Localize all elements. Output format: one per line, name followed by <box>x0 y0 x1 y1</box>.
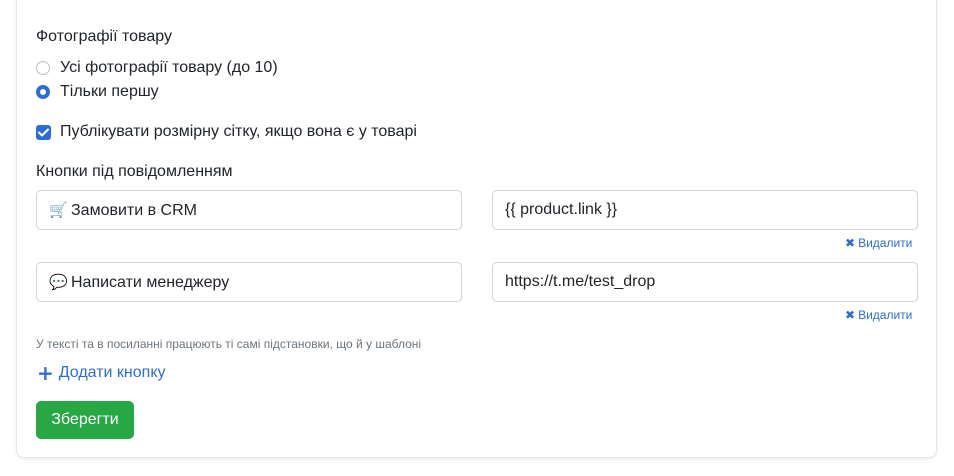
size-chart-checkbox-row[interactable]: Публікувати розмірну сітку, якщо вона є … <box>36 122 417 142</box>
button-url-input-1[interactable]: {{ product.link }} <box>492 190 918 230</box>
radio-first-only[interactable]: Тільки першу <box>36 82 159 102</box>
button-text-value-2: Написати менеджеру <box>71 274 230 291</box>
add-button-link[interactable]: + Додати кнопку <box>37 363 166 383</box>
add-button-label: Додати кнопку <box>58 364 166 381</box>
substitution-help-text: У тексті та в посиланні працюють ті самі… <box>36 337 422 351</box>
close-icon: ✖ <box>845 308 856 322</box>
shopping-cart-icon: 🛒 <box>49 201 68 219</box>
size-chart-label: Публікувати розмірну сітку, якщо вона є … <box>60 123 417 140</box>
speech-bubble-icon: 💬 <box>49 273 68 291</box>
button-url-input-2[interactable]: https://t.me/test_drop <box>492 262 918 302</box>
radio-button-unchecked[interactable] <box>36 61 50 75</box>
radio-button-checked[interactable] <box>36 85 50 99</box>
photos-heading: Фотографії товару <box>36 28 172 45</box>
radio-first-only-label: Тільки першу <box>60 83 159 100</box>
delete-button-2[interactable]: ✖ Видалити <box>845 308 912 322</box>
size-chart-checkbox[interactable] <box>36 124 51 140</box>
delete-button-1[interactable]: ✖ Видалити <box>845 236 912 250</box>
radio-all-photos-label: Усі фотографії товару (до 10) <box>60 59 278 76</box>
checkmark-icon <box>38 128 49 136</box>
button-url-value-1: {{ product.link }} <box>505 201 618 218</box>
button-text-input-2[interactable]: 💬 Написати менеджеру <box>36 262 462 302</box>
button-text-input-1[interactable]: 🛒 Замовити в CRM <box>36 190 462 230</box>
buttons-heading: Кнопки під повідомленням <box>36 163 233 180</box>
button-text-value-1: Замовити в CRM <box>71 202 197 219</box>
radio-all-photos[interactable]: Усі фотографії товару (до 10) <box>36 58 278 78</box>
delete-label-2: Видалити <box>858 308 913 322</box>
delete-label-1: Видалити <box>858 236 913 250</box>
plus-icon: + <box>37 361 54 385</box>
button-url-value-2: https://t.me/test_drop <box>505 273 656 290</box>
close-icon: ✖ <box>845 236 856 250</box>
save-button[interactable]: Зберегти <box>36 401 134 439</box>
